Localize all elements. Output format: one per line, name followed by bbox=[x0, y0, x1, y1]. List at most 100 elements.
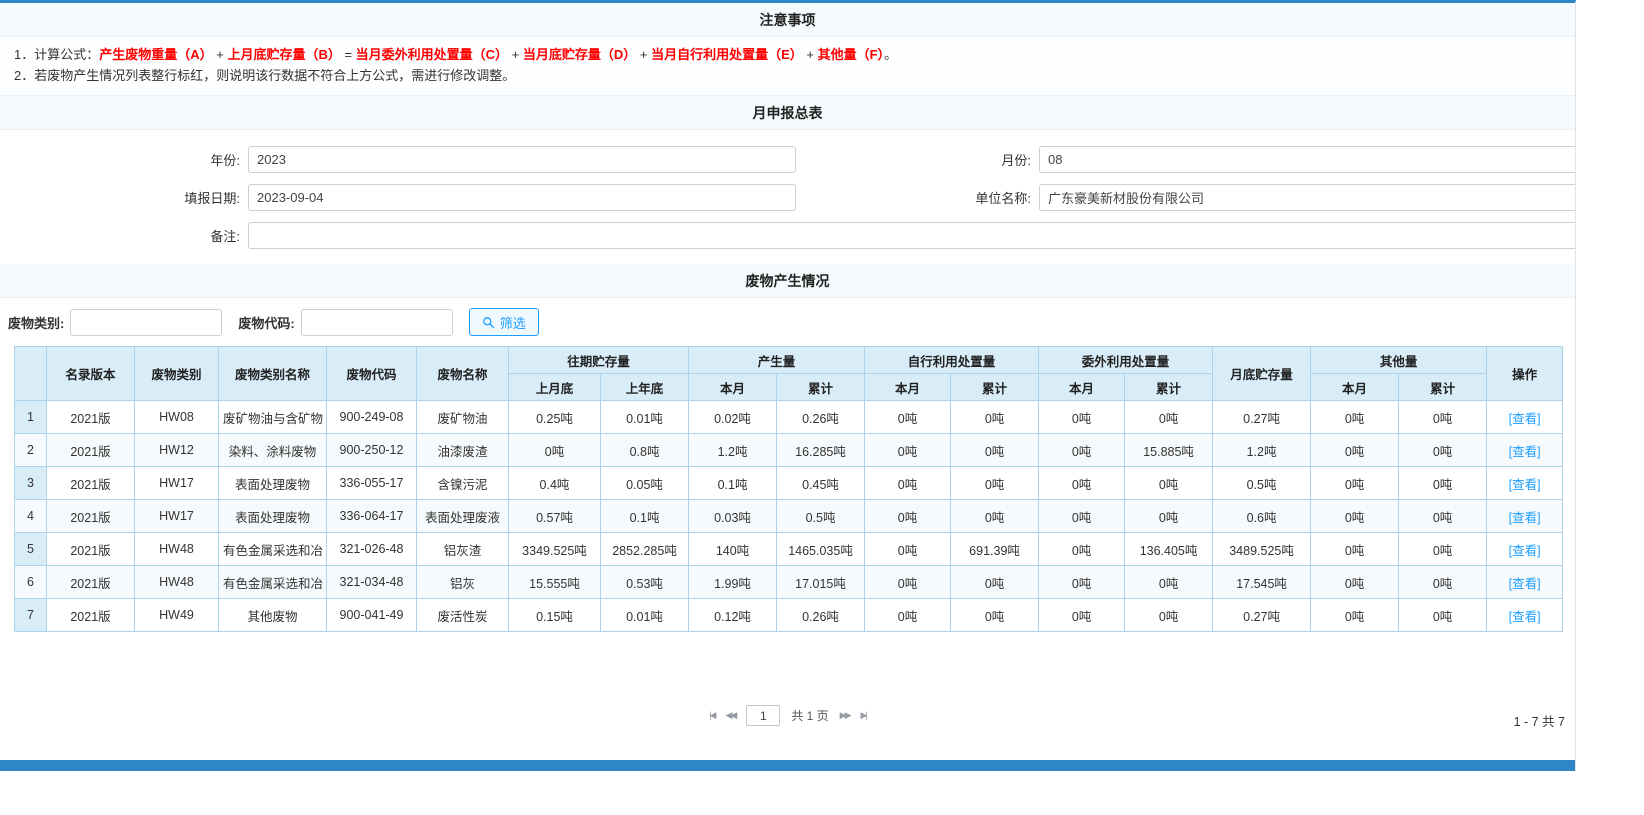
cell-gen-month: 1.99吨 bbox=[689, 566, 777, 599]
cell-category: HW17 bbox=[135, 467, 219, 500]
cell-month-end-storage: 1.2吨 bbox=[1213, 434, 1311, 467]
view-link[interactable]: [查看] bbox=[1509, 577, 1541, 591]
col-header-gen-total: 累计 bbox=[777, 374, 865, 401]
formula-segment: 当月自行利用处置量（E） bbox=[651, 47, 803, 62]
cell-category: HW17 bbox=[135, 500, 219, 533]
cell-gen-total: 0.45吨 bbox=[777, 467, 865, 500]
cell-out-month: 0吨 bbox=[1039, 599, 1125, 632]
cell-category-name: 有色金属采选和冶 bbox=[219, 566, 327, 599]
notice-line-2: 2．若废物产生情况列表整行标红，则说明该行数据不符合上方公式，需进行修改调整。 bbox=[14, 65, 1561, 86]
waste-table: 名录版本 废物类别 废物类别名称 废物代码 废物名称 往期贮存量 产生量 自行利… bbox=[14, 346, 1563, 632]
page-input[interactable] bbox=[746, 705, 780, 726]
cell-code: 900-249-08 bbox=[327, 401, 417, 434]
prev-page-button[interactable]: ◀◀ bbox=[725, 710, 735, 721]
remark-label: 备注: bbox=[0, 226, 248, 245]
cell-month-end-storage: 0.6吨 bbox=[1213, 500, 1311, 533]
cell-name: 表面处理废液 bbox=[417, 500, 509, 533]
cell-other-month: 0吨 bbox=[1311, 401, 1399, 434]
view-link[interactable]: [查看] bbox=[1509, 445, 1541, 459]
col-header-other-month: 本月 bbox=[1311, 374, 1399, 401]
remark-input[interactable] bbox=[248, 222, 1576, 249]
formula-segment: 上月底贮存量（B） bbox=[227, 47, 340, 62]
cell-action: [查看] bbox=[1487, 533, 1563, 566]
cell-gen-total: 16.285吨 bbox=[777, 434, 865, 467]
cell-prev-year-end: 0.01吨 bbox=[601, 599, 689, 632]
cell-category: HW48 bbox=[135, 533, 219, 566]
cell-other-total: 0吨 bbox=[1399, 599, 1487, 632]
cell-version: 2021版 bbox=[47, 434, 135, 467]
next-page-button[interactable]: ▶▶ bbox=[840, 710, 850, 721]
view-link[interactable]: [查看] bbox=[1509, 511, 1541, 525]
col-group-previous-storage: 往期贮存量 bbox=[509, 347, 689, 374]
cell-version: 2021版 bbox=[47, 566, 135, 599]
col-header-version: 名录版本 bbox=[47, 347, 135, 401]
report-date-input[interactable] bbox=[248, 184, 796, 211]
cell-prev-year-end: 2852.285吨 bbox=[601, 533, 689, 566]
month-label: 月份: bbox=[796, 150, 1039, 169]
col-group-generated: 产生量 bbox=[689, 347, 865, 374]
cell-self-total: 0吨 bbox=[951, 500, 1039, 533]
cell-action: [查看] bbox=[1487, 434, 1563, 467]
filter-code-label: 废物代码: bbox=[238, 313, 294, 332]
cell-prev-month-end: 15.555吨 bbox=[509, 566, 601, 599]
formula-segment: + bbox=[636, 47, 651, 62]
table-row: 4 2021版 HW17 表面处理废物 336-064-17 表面处理废液 0.… bbox=[15, 500, 1563, 533]
cell-category-name: 表面处理废物 bbox=[219, 500, 327, 533]
total-pages-label: 共 1 页 bbox=[791, 707, 828, 724]
cell-out-month: 0吨 bbox=[1039, 566, 1125, 599]
cell-name: 铝灰渣 bbox=[417, 533, 509, 566]
cell-out-total: 15.885吨 bbox=[1125, 434, 1213, 467]
cell-name: 铝灰 bbox=[417, 566, 509, 599]
col-header-index bbox=[15, 347, 47, 401]
waste-section-title: 废物产生情况 bbox=[0, 264, 1575, 298]
cell-month-end-storage: 17.545吨 bbox=[1213, 566, 1311, 599]
cell-other-month: 0吨 bbox=[1311, 434, 1399, 467]
cell-out-month: 0吨 bbox=[1039, 401, 1125, 434]
view-link[interactable]: [查看] bbox=[1509, 544, 1541, 558]
formula-segment: 。 bbox=[884, 47, 897, 62]
cell-version: 2021版 bbox=[47, 599, 135, 632]
cell-code: 900-250-12 bbox=[327, 434, 417, 467]
col-header-prev-year-end: 上年底 bbox=[601, 374, 689, 401]
filter-code-input[interactable] bbox=[301, 309, 453, 336]
cell-other-total: 0吨 bbox=[1399, 401, 1487, 434]
waste-table-body: 1 2021版 HW08 废矿物油与含矿物 900-249-08 废矿物油 0.… bbox=[15, 401, 1563, 632]
formula-segment: + bbox=[803, 47, 818, 62]
filter-button[interactable]: 筛选 bbox=[469, 308, 539, 336]
cell-action: [查看] bbox=[1487, 566, 1563, 599]
notice-body: 1．计算公式：产生废物重量（A） + 上月底贮存量（B） = 当月委外利用处置量… bbox=[0, 37, 1575, 96]
col-header-name: 废物名称 bbox=[417, 347, 509, 401]
cell-version: 2021版 bbox=[47, 533, 135, 566]
year-input[interactable] bbox=[248, 146, 796, 173]
cell-name: 含镍污泥 bbox=[417, 467, 509, 500]
cell-month-end-storage: 0.27吨 bbox=[1213, 599, 1311, 632]
unit-name-input[interactable] bbox=[1039, 184, 1576, 211]
col-header-other-total: 累计 bbox=[1399, 374, 1487, 401]
cell-index: 5 bbox=[15, 533, 47, 566]
view-link[interactable]: [查看] bbox=[1509, 610, 1541, 624]
waste-filter-bar: 废物类别: 废物代码: 筛选 bbox=[0, 298, 1575, 345]
cell-self-month: 0吨 bbox=[865, 467, 951, 500]
cell-gen-month: 0.02吨 bbox=[689, 401, 777, 434]
col-group-outsourced-disposal: 委外利用处置量 bbox=[1039, 347, 1213, 374]
cell-self-month: 0吨 bbox=[865, 434, 951, 467]
filter-category-input[interactable] bbox=[70, 309, 222, 336]
month-input[interactable] bbox=[1039, 146, 1576, 173]
first-page-button[interactable]: |◀ bbox=[709, 710, 714, 721]
table-row: 7 2021版 HW49 其他废物 900-041-49 废活性炭 0.15吨 … bbox=[15, 599, 1563, 632]
view-link[interactable]: [查看] bbox=[1509, 478, 1541, 492]
cell-category-name: 有色金属采选和冶 bbox=[219, 533, 327, 566]
cell-index: 2 bbox=[15, 434, 47, 467]
formula-segment: 其他量（F） bbox=[818, 47, 884, 62]
last-page-button[interactable]: ▶| bbox=[861, 710, 866, 721]
view-link[interactable]: [查看] bbox=[1509, 412, 1541, 426]
col-header-self-total: 累计 bbox=[951, 374, 1039, 401]
cell-self-month: 0吨 bbox=[865, 599, 951, 632]
col-header-code: 废物代码 bbox=[327, 347, 417, 401]
cell-other-month: 0吨 bbox=[1311, 500, 1399, 533]
notice-title: 注意事项 bbox=[0, 3, 1575, 37]
cell-out-total: 0吨 bbox=[1125, 599, 1213, 632]
cell-index: 1 bbox=[15, 401, 47, 434]
cell-index: 4 bbox=[15, 500, 47, 533]
formula-segment: + bbox=[213, 47, 228, 62]
